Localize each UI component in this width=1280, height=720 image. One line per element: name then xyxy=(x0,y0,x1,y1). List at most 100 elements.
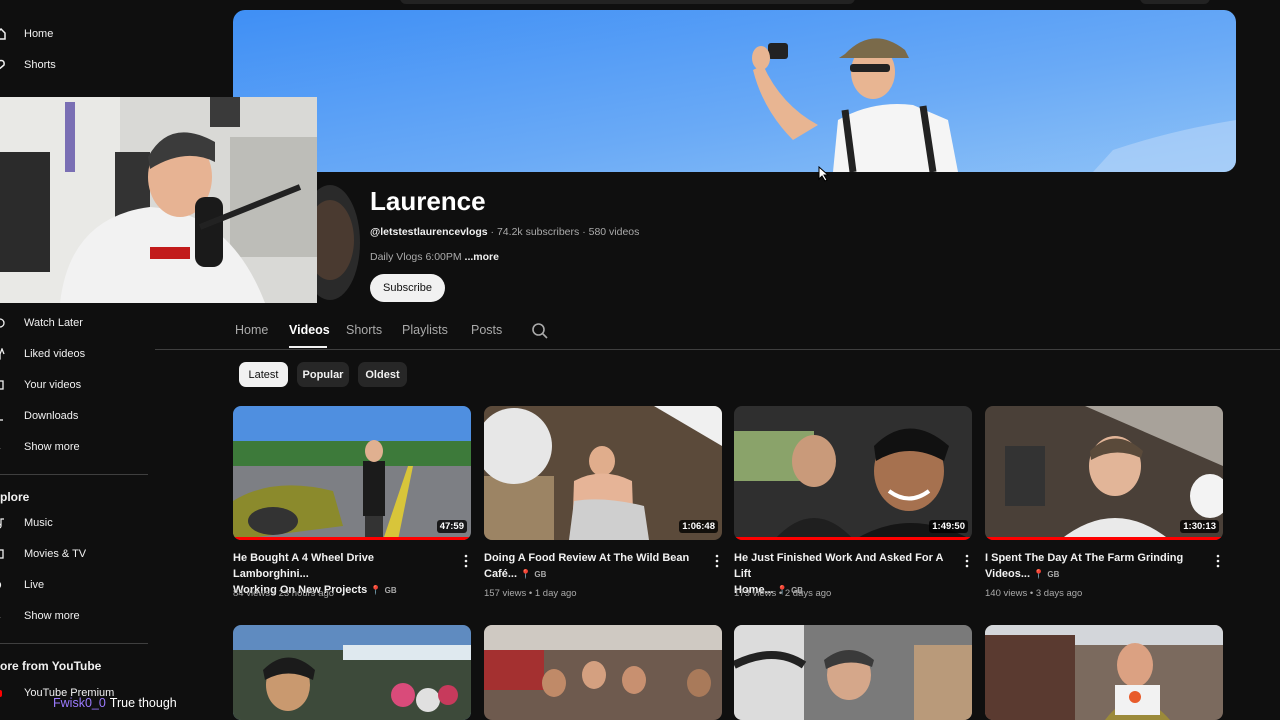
video-thumbnail[interactable]: 47:59 xyxy=(233,406,471,540)
video-title-line1: He Just Finished Work And Asked For A Li… xyxy=(734,552,944,580)
subscribe-button[interactable]: Subscribe xyxy=(370,274,445,302)
upload-age: 23 hours ago xyxy=(278,588,335,599)
watch-progress-bar xyxy=(985,537,1223,540)
thumbs-up-icon xyxy=(0,348,6,360)
upload-age: 3 days ago xyxy=(1035,588,1083,599)
video-thumbnail[interactable] xyxy=(985,625,1223,720)
location-pin-icon: 📍 xyxy=(520,569,532,579)
watch-progress-bar xyxy=(233,537,471,540)
video-title[interactable]: Doing A Food Review At The Wild Bean Caf… xyxy=(484,550,699,583)
sidebar-item-live[interactable]: Live xyxy=(0,571,148,599)
sidebar-item-liked-videos[interactable]: Liked videos xyxy=(0,340,148,368)
channel-meta: @letstestlaurencevlogs · 74.2k subscribe… xyxy=(370,226,639,238)
youtube-premium-icon xyxy=(0,687,6,699)
sidebar-explore-heading: plore xyxy=(0,490,30,504)
sidebar-show-more-explore[interactable]: Show more xyxy=(0,602,148,630)
sidebar-item-label: Music xyxy=(24,517,53,529)
chevron-down-icon xyxy=(0,441,6,453)
tab-playlists[interactable]: Playlists xyxy=(402,323,448,337)
sidebar-item-label: Your videos xyxy=(24,379,82,391)
subscriber-count: 74.2k subscribers xyxy=(496,226,580,238)
sidebar-item-shorts[interactable]: Shorts xyxy=(0,51,148,79)
video-title[interactable]: I Spent The Day At The Farm Grinding Vid… xyxy=(985,550,1200,583)
sidebar-item-label: Show more xyxy=(24,441,80,453)
stream-chat-message: Fwisk0_0 True though xyxy=(53,696,177,710)
sidebar-item-label: Shorts xyxy=(24,59,56,71)
tab-shorts[interactable]: Shorts xyxy=(346,323,382,337)
play-square-icon xyxy=(0,379,6,391)
view-count: 84 views xyxy=(233,588,270,599)
video-thumbnail[interactable] xyxy=(734,625,972,720)
home-icon xyxy=(0,28,6,40)
channel-name: Laurence xyxy=(370,186,486,216)
active-tab-indicator xyxy=(289,346,327,348)
search-icon[interactable] xyxy=(531,322,549,340)
video-duration: 1:06:48 xyxy=(679,520,718,533)
account-area[interactable] xyxy=(1140,0,1210,4)
streamer-webcam-overlay xyxy=(0,97,317,303)
chevron-down-icon xyxy=(0,610,6,622)
video-thumbnail[interactable] xyxy=(233,625,471,720)
sidebar-divider xyxy=(0,474,148,475)
music-icon xyxy=(0,517,6,529)
video-count: 580 videos xyxy=(588,226,640,238)
sidebar-item-label: Downloads xyxy=(24,410,79,422)
download-icon xyxy=(0,410,6,422)
view-count: 157 views xyxy=(484,588,527,599)
video-title-line1: Doing A Food Review At The Wild Bean xyxy=(484,552,690,564)
tab-posts[interactable]: Posts xyxy=(471,323,502,337)
more-options-icon[interactable] xyxy=(964,554,970,568)
video-meta: 157 views • 1 day ago xyxy=(484,588,577,599)
sidebar-item-music[interactable]: Music xyxy=(0,509,148,537)
channel-handle: @letstestlaurencevlogs xyxy=(370,226,488,238)
more-options-icon[interactable] xyxy=(463,554,469,568)
channel-description[interactable]: Daily Vlogs 6:00PM ...more xyxy=(370,251,499,263)
sidebar-item-your-videos[interactable]: Your videos xyxy=(0,371,148,399)
upload-age: 2 days ago xyxy=(784,588,832,599)
video-meta: 140 views • 3 days ago xyxy=(985,588,1083,599)
watch-progress-bar xyxy=(734,537,972,540)
sidebar-item-label: Liked videos xyxy=(24,348,86,360)
video-meta: 84 views • 23 hours ago xyxy=(233,588,335,599)
live-icon xyxy=(0,579,6,591)
chip-oldest[interactable]: Oldest xyxy=(358,362,407,387)
sidebar-more-heading: ore from YouTube xyxy=(0,659,102,673)
country-flag: GB xyxy=(534,570,547,579)
sidebar-item-movies-tv[interactable]: Movies & TV xyxy=(0,540,148,568)
more-link[interactable]: ...more xyxy=(465,251,499,263)
video-duration: 1:49:50 xyxy=(929,520,968,533)
view-count: 173 views xyxy=(734,588,777,599)
tab-videos[interactable]: Videos xyxy=(289,323,330,337)
video-duration: 1:30:13 xyxy=(1180,520,1219,533)
video-meta: 173 views • 2 days ago xyxy=(734,588,832,599)
sidebar-item-label: Show more xyxy=(24,610,80,622)
tab-home[interactable]: Home xyxy=(235,323,268,337)
sidebar-item-home[interactable]: Home xyxy=(0,20,148,48)
upload-age: 1 day ago xyxy=(534,588,577,599)
chip-latest[interactable]: Latest xyxy=(239,362,288,387)
sidebar-item-watch-later[interactable]: Watch Later xyxy=(0,309,148,337)
search-bar[interactable] xyxy=(400,0,855,4)
sidebar-item-label: Home xyxy=(24,28,54,40)
chip-popular[interactable]: Popular xyxy=(297,362,349,387)
more-options-icon[interactable] xyxy=(714,554,720,568)
tabs-divider xyxy=(155,349,1280,350)
clock-icon xyxy=(0,317,6,329)
sidebar-item-downloads[interactable]: Downloads xyxy=(0,402,148,430)
sidebar-divider xyxy=(0,643,148,644)
video-thumbnail[interactable]: 1:49:50 xyxy=(734,406,972,540)
more-options-icon[interactable] xyxy=(1215,554,1221,568)
video-thumbnail[interactable] xyxy=(484,625,722,720)
view-count: 140 views xyxy=(985,588,1028,599)
film-icon xyxy=(0,548,6,560)
sidebar-show-more-you[interactable]: Show more xyxy=(0,433,148,461)
video-duration: 47:59 xyxy=(436,520,467,533)
chat-text: True though xyxy=(109,696,177,710)
channel-banner xyxy=(233,10,1236,172)
mouse-cursor-icon xyxy=(818,166,830,182)
sidebar-item-label: Watch Later xyxy=(24,317,83,329)
video-thumbnail[interactable]: 1:30:13 xyxy=(985,406,1223,540)
video-title-line1: I Spent The Day At The Farm Grinding xyxy=(985,552,1184,564)
location-pin-icon: 📍 xyxy=(1033,569,1045,579)
video-thumbnail[interactable]: 1:06:48 xyxy=(484,406,722,540)
